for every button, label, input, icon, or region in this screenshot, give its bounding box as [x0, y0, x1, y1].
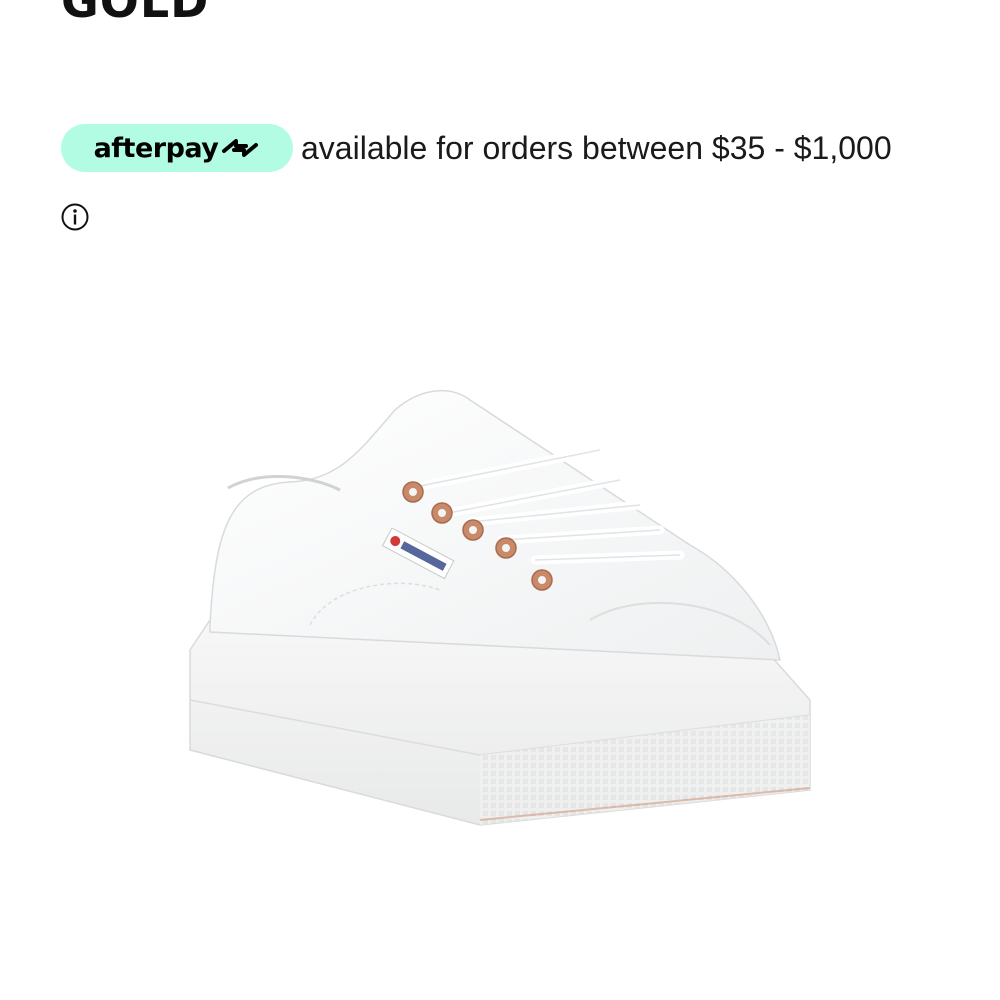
product-image: [170, 370, 830, 850]
afterpay-brand-label: afterpay: [93, 132, 219, 164]
info-icon[interactable]: [61, 203, 89, 231]
product-page: GOLD afterpay available for orders betwe…: [0, 0, 1000, 1000]
afterpay-badge[interactable]: afterpay: [61, 124, 293, 172]
afterpay-availability-text: available for orders between $35 - $1,00…: [301, 129, 892, 166]
afterpay-row: afterpay available for orders between $3…: [61, 124, 892, 172]
product-title: GOLD: [61, 0, 210, 28]
afterpay-arrows-icon: [220, 133, 260, 163]
